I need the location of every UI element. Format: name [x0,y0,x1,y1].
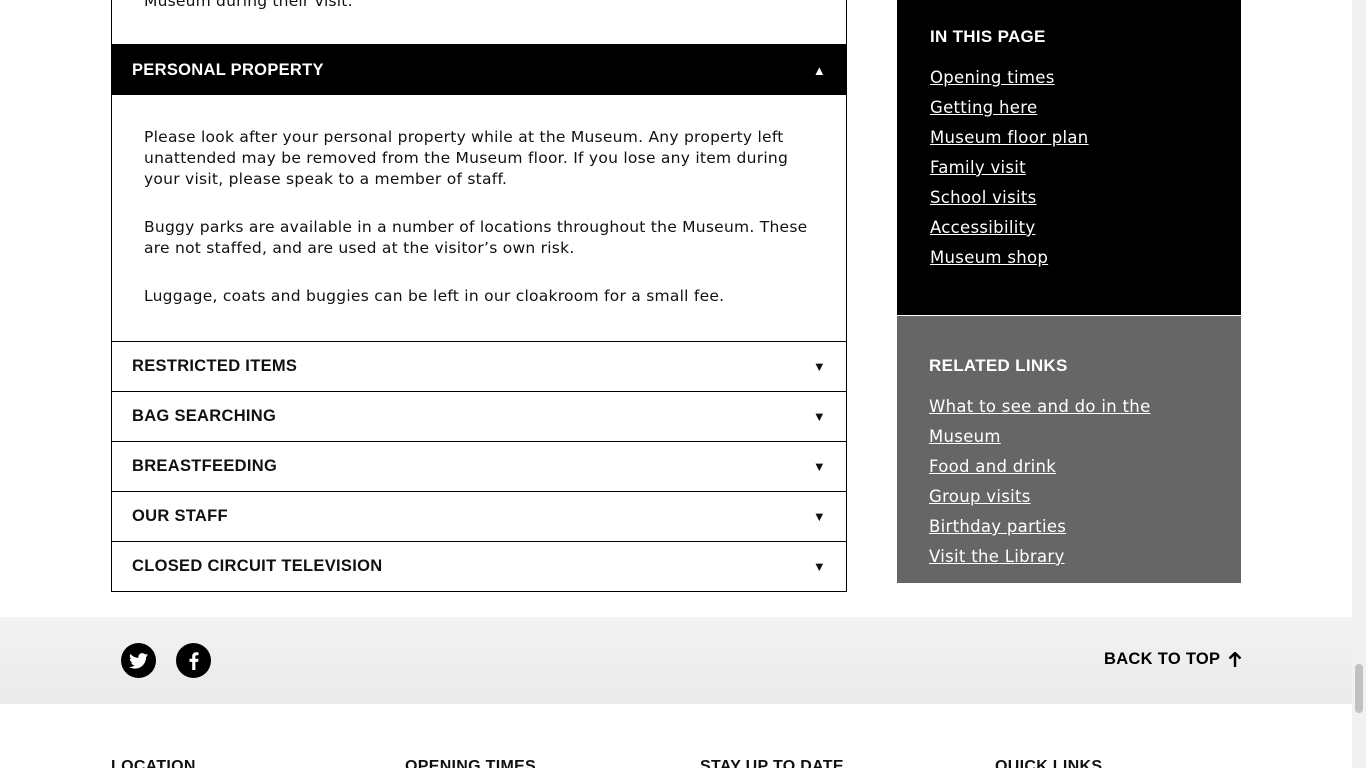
link-museum-floor-plan[interactable]: Museum floor plan [930,123,1208,153]
accordion-title: BREASTFEEDING [132,457,278,475]
accordion-title: BAG SEARCHING [132,407,277,425]
link-accessibility[interactable]: Accessibility [930,213,1208,243]
faq-accordion: Museum during their visit. PERSONAL PROP… [111,0,847,592]
footer-share-bar: BACK TO TOP [0,617,1352,704]
footer-heading-opening-times: OPENING TIMES [405,758,537,768]
accordion-header-breastfeeding[interactable]: BREASTFEEDING ▼ [112,442,846,491]
footer-heading-stay-up-to-date: STAY UP TO DATE [700,758,844,768]
body-paragraph: Luggage, coats and buggies can be left i… [144,287,725,305]
link-opening-times[interactable]: Opening times [930,63,1208,93]
related-links-list: What to see and do in the Museum Food an… [929,392,1209,572]
footer-heading-location: LOCATION [111,758,196,768]
body-paragraph: Buggy parks are available in a number of… [144,218,808,257]
link-museum-shop[interactable]: Museum shop [930,243,1208,273]
chevron-down-icon: ▼ [812,409,826,424]
chevron-down-icon: ▼ [812,559,826,574]
arrow-up-icon [1229,651,1242,667]
in-this-page-title: IN THIS PAGE [930,27,1046,46]
link-what-to-see[interactable]: What to see and do in the Museum [929,392,1209,452]
in-this-page-links: Opening times Getting here Museum floor … [930,63,1208,273]
accordion-item-cctv: CLOSED CIRCUIT TELEVISION ▼ [112,541,846,592]
link-visit-the-library[interactable]: Visit the Library [929,542,1209,572]
in-this-page-panel: IN THIS PAGE Opening times Getting here … [897,0,1241,315]
accordion-title: CLOSED CIRCUIT TELEVISION [132,557,383,575]
link-group-visits[interactable]: Group visits [929,482,1209,512]
chevron-down-icon: ▼ [812,359,826,374]
facebook-icon [189,651,198,670]
body-paragraph: Please look after your personal property… [144,128,789,188]
link-getting-here[interactable]: Getting here [930,93,1208,123]
related-links-panel: RELATED LINKS What to see and do in the … [897,316,1241,583]
accordion-title: OUR STAFF [132,507,228,525]
accordion-item-breastfeeding: BREASTFEEDING ▼ [112,441,846,491]
link-school-visits[interactable]: School visits [930,183,1208,213]
accordion-title: RESTRICTED ITEMS [132,357,298,375]
accordion-header-bag-searching[interactable]: BAG SEARCHING ▼ [112,392,846,441]
previous-section-text: Museum during their visit. [144,0,353,10]
page-scrollbar[interactable] [1352,0,1366,768]
accordion-header-cctv[interactable]: CLOSED CIRCUIT TELEVISION ▼ [112,542,846,591]
twitter-share-button[interactable] [121,643,156,678]
accordion-item-bag-searching: BAG SEARCHING ▼ [112,391,846,441]
back-to-top-label: BACK TO TOP [1104,650,1221,668]
back-to-top-button[interactable]: BACK TO TOP [1104,650,1242,669]
accordion-item-restricted-items: RESTRICTED ITEMS ▼ [112,341,846,391]
accordion-header-restricted-items[interactable]: RESTRICTED ITEMS ▼ [112,342,846,391]
chevron-down-icon: ▼ [812,459,826,474]
twitter-icon [129,652,148,669]
link-birthday-parties[interactable]: Birthday parties [929,512,1209,542]
link-family-visit[interactable]: Family visit [930,153,1208,183]
link-food-and-drink[interactable]: Food and drink [929,452,1209,482]
chevron-down-icon: ▼ [812,509,826,524]
facebook-share-button[interactable] [176,643,211,678]
accordion-item-our-staff: OUR STAFF ▼ [112,491,846,541]
accordion-body-personal-property: Please look after your personal property… [112,95,846,341]
footer-heading-quick-links: QUICK LINKS [995,758,1103,768]
accordion-header-our-staff[interactable]: OUR STAFF ▼ [112,492,846,541]
related-links-title: RELATED LINKS [929,356,1068,375]
scrollbar-thumb[interactable] [1355,664,1363,713]
accordion-title: PERSONAL PROPERTY [132,60,324,79]
chevron-up-icon: ▲ [812,62,826,78]
accordion-item-personal-property: PERSONAL PROPERTY ▲ Please look after yo… [112,44,846,341]
accordion-header-personal-property[interactable]: PERSONAL PROPERTY ▲ [112,45,846,95]
